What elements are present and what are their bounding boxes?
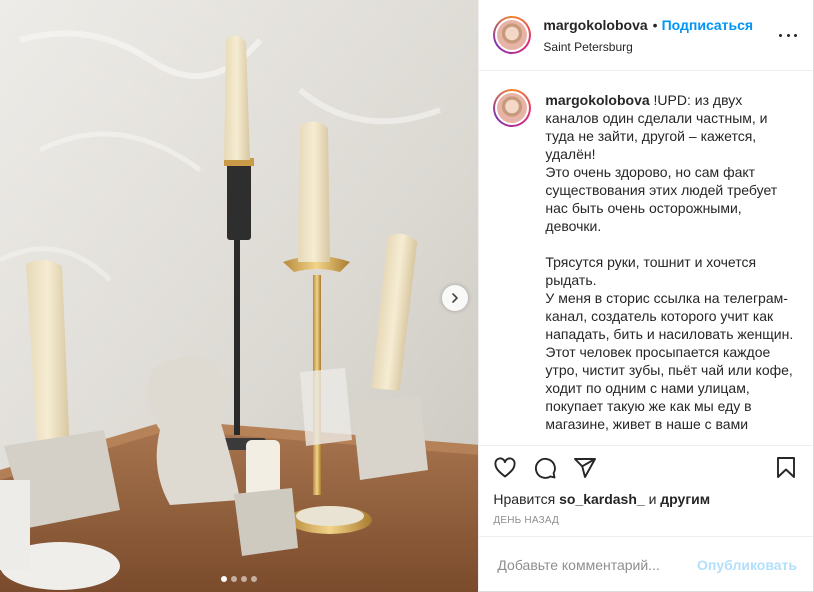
- heart-icon[interactable]: [493, 456, 517, 480]
- caption-avatar[interactable]: [493, 89, 532, 127]
- post-header: margokolobova • Подписаться Saint Petersbu…: [479, 0, 813, 71]
- paper-plane-icon[interactable]: [573, 456, 597, 480]
- post-timestamp[interactable]: ДЕНЬ НАЗАД: [479, 514, 813, 536]
- photo-candles-image: [0, 0, 479, 592]
- location-link[interactable]: Saint Petersburg: [543, 40, 753, 54]
- avatar[interactable]: [493, 16, 532, 54]
- liker-username-link[interactable]: so_kardash_: [559, 491, 645, 507]
- carousel-indicator: [0, 576, 478, 582]
- caption-username-link[interactable]: margokolobova: [545, 92, 649, 108]
- carousel-dot: [221, 576, 228, 582]
- comment-icon[interactable]: [533, 456, 557, 480]
- publish-button[interactable]: Опубликовать: [697, 557, 797, 573]
- comment-input[interactable]: [495, 555, 698, 574]
- likes-prefix: Нравится: [493, 491, 556, 507]
- more-horizontal-icon[interactable]: [779, 27, 797, 43]
- carousel-dot: [241, 576, 248, 582]
- follow-button[interactable]: Подписаться: [662, 17, 754, 33]
- likes-summary: Нравится so_kardash_ и другим: [479, 490, 813, 510]
- header-text: margokolobova • Подписаться Saint Petersbu…: [543, 17, 753, 54]
- caption-text: !UPD: из двух каналов один сделали частн…: [545, 92, 794, 432]
- add-comment-bar: Опубликовать: [479, 536, 813, 592]
- post-caption: margokolobova !UPD: из двух каналов один…: [545, 91, 795, 445]
- post-photo[interactable]: [0, 0, 479, 592]
- carousel-dot: [251, 576, 258, 582]
- bookmark-icon[interactable]: [774, 456, 798, 480]
- chevron-right-icon: [452, 293, 458, 303]
- action-bar: [479, 445, 813, 490]
- instagram-post: margokolobova • Подписаться Saint Petersbu…: [0, 0, 814, 592]
- post-side-panel: margokolobova • Подписаться Saint Petersbu…: [478, 0, 813, 592]
- likes-suffix: и: [648, 491, 657, 507]
- username-link[interactable]: margokolobova: [543, 17, 647, 33]
- next-photo-button[interactable]: [442, 285, 468, 311]
- likes-others-link[interactable]: другим: [660, 491, 710, 507]
- separator-bullet: •: [652, 16, 658, 33]
- comments-area: margokolobova !UPD: из двух каналов один…: [479, 71, 813, 445]
- carousel-dot: [231, 576, 238, 582]
